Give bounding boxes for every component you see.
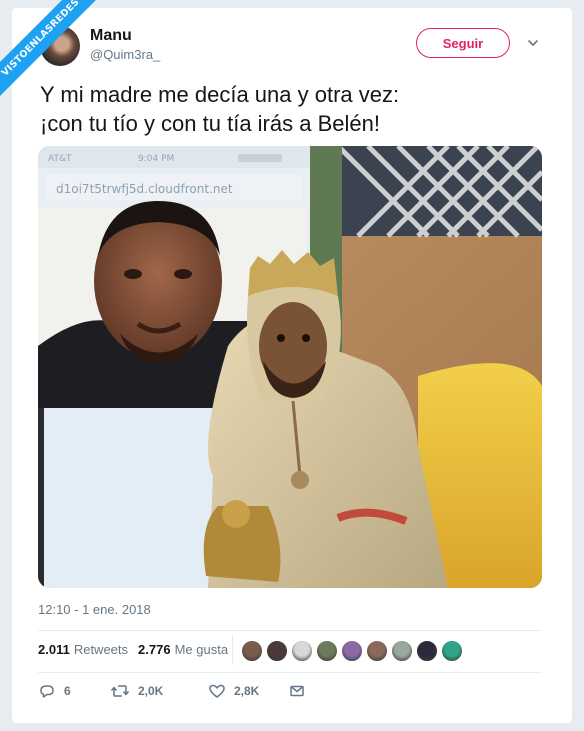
likes-stat[interactable]: 2.776 Me gusta: [138, 642, 228, 657]
reply-button[interactable]: 6: [38, 682, 110, 700]
caret-down-icon[interactable]: [526, 36, 540, 50]
tweet-photo[interactable]: AT&T 9:04 PM d1oi7t5trwfj5d.cloudfront.n…: [38, 146, 542, 588]
reply-count: 6: [64, 684, 71, 698]
liker-avatar[interactable]: [441, 640, 463, 662]
phone-status-time: 9:04 PM: [138, 154, 174, 164]
svg-text:AT&T: AT&T: [48, 154, 72, 164]
direct-message-button[interactable]: [288, 682, 306, 700]
retweet-icon: [110, 685, 130, 697]
tweet-line: ¡con tu tío y con tu tía irás a Belén!: [40, 111, 380, 136]
retweets-stat[interactable]: 2.011 Retweets: [38, 642, 128, 657]
liker-avatar[interactable]: [416, 640, 438, 662]
tweet-stats: 2.011 Retweets 2.776 Me gusta: [38, 642, 228, 657]
divider: [38, 630, 542, 631]
user-handle[interactable]: @Quim3ra_: [90, 47, 160, 62]
liker-avatar[interactable]: [316, 640, 338, 662]
retweet-button[interactable]: 2,0K: [110, 682, 208, 700]
heart-icon: [209, 684, 225, 698]
phone-url: d1oi7t5trwfj5d.cloudfront.net: [56, 182, 233, 196]
liker-avatar[interactable]: [366, 640, 388, 662]
tweet-line: Y mi madre me decía una y otra vez:: [40, 82, 400, 107]
liker-avatars: [241, 640, 466, 662]
tweet-actions: 6 2,0K 2,8K: [38, 682, 306, 700]
liker-avatar[interactable]: [266, 640, 288, 662]
stats-separator: [232, 635, 233, 665]
follow-button[interactable]: Seguir: [416, 28, 510, 58]
retweets-label: Retweets: [73, 642, 129, 657]
reply-icon: [40, 685, 54, 698]
retweets-count: 2.011: [38, 642, 70, 657]
retweet-count: 2,0K: [138, 684, 164, 698]
likes-label: Me gusta: [174, 642, 229, 657]
tweet-text: Y mi madre me decía una y otra vez: ¡con…: [40, 80, 560, 138]
liker-avatar[interactable]: [241, 640, 263, 662]
liker-avatar[interactable]: [291, 640, 313, 662]
liker-avatar[interactable]: [391, 640, 413, 662]
photo-illustration: AT&T 9:04 PM d1oi7t5trwfj5d.cloudfront.n…: [38, 146, 542, 588]
liker-avatar[interactable]: [341, 640, 363, 662]
mail-icon: [290, 685, 304, 697]
divider: [38, 672, 542, 673]
user-name[interactable]: Manu: [90, 27, 132, 45]
like-button[interactable]: 2,8K: [208, 682, 288, 700]
like-count: 2,8K: [234, 684, 260, 698]
likes-count: 2.776: [138, 642, 171, 657]
tweet-timestamp[interactable]: 12:10 - 1 ene. 2018: [38, 602, 151, 617]
